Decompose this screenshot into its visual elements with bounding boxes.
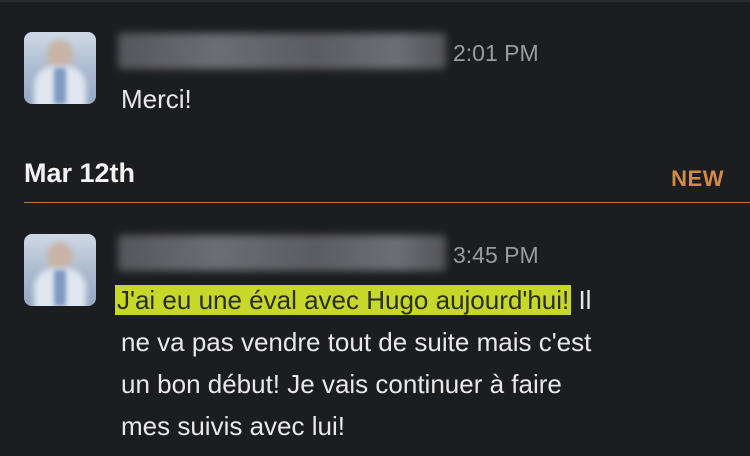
message-line: un bon début! Je vais continuer à faire (121, 369, 562, 399)
message-text: Merci! (121, 84, 192, 114)
user-avatar[interactable] (24, 32, 96, 104)
message-line: mes suivis avec lui! (121, 411, 345, 441)
message-line: J'ai eu une éval avec Hugo aujourd'hui! … (115, 279, 591, 321)
message-text-fragment: Il (571, 285, 592, 315)
message-text: J'ai eu une éval avec Hugo aujourd'hui! … (115, 279, 591, 447)
new-messages-label: NEW (671, 166, 724, 191)
new-messages-rule (24, 202, 750, 203)
top-divider (0, 0, 750, 2)
message-line: ne va pas vendre tout de suite mais c'es… (121, 327, 592, 357)
sender-name-redacted[interactable] (118, 235, 446, 271)
avatar-stripe (54, 270, 66, 306)
date-divider-label[interactable]: Mar 12th (24, 158, 135, 189)
avatar-stripe (54, 68, 66, 104)
user-avatar[interactable] (24, 234, 96, 306)
message-timestamp[interactable]: 2:01 PM (453, 40, 539, 67)
highlighted-text: J'ai eu une éval avec Hugo aujourd'hui! (115, 285, 572, 315)
message-timestamp[interactable]: 3:45 PM (453, 242, 539, 269)
sender-name-redacted[interactable] (118, 33, 446, 69)
